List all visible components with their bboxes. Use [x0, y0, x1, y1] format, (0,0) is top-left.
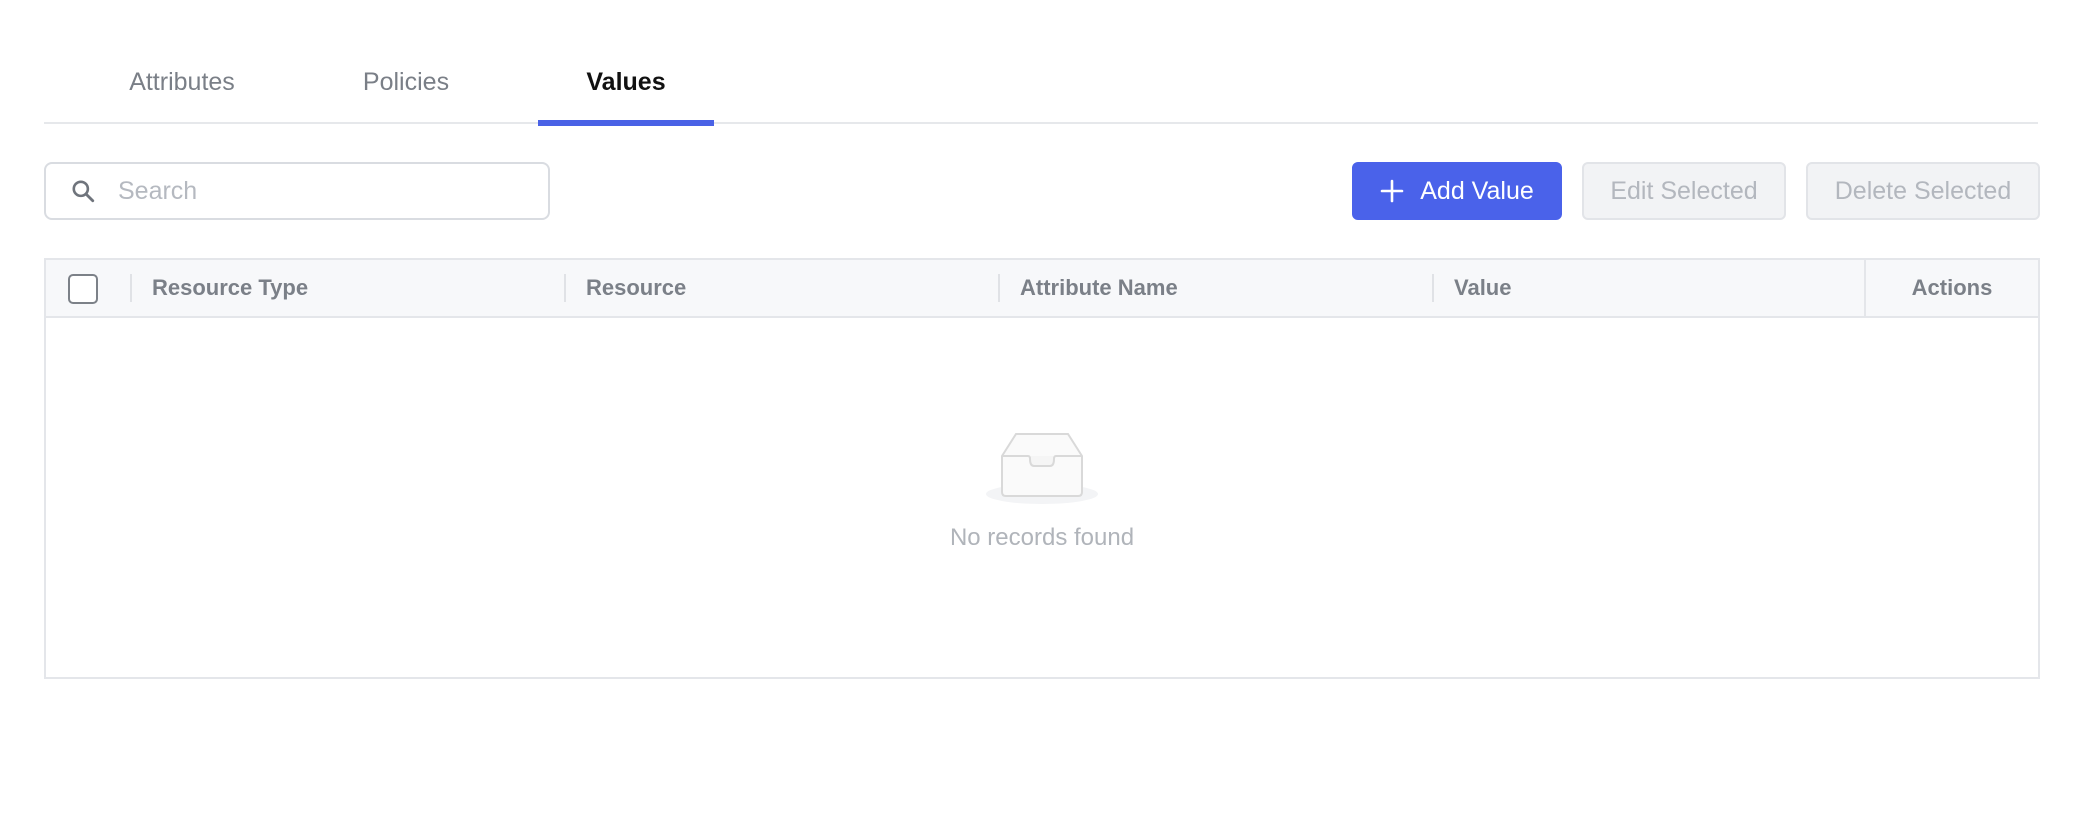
column-separator: [564, 274, 566, 302]
column-separator: [1432, 274, 1434, 302]
tab-policies[interactable]: Policies: [344, 40, 468, 124]
add-value-label: Add Value: [1420, 176, 1534, 205]
select-all-checkbox[interactable]: [68, 274, 98, 304]
search-input[interactable]: [118, 176, 518, 206]
actions-label: Actions: [1911, 275, 1993, 300]
plus-icon: [1380, 179, 1404, 203]
empty-inbox-icon: [986, 433, 1098, 504]
column-header-resource-type[interactable]: Resource Type: [152, 260, 308, 316]
table-header: Resource Type Resource Attribute Name Va…: [46, 260, 2038, 318]
delete-selected-label: Delete Selected: [1834, 176, 2012, 205]
tab-label: Policies: [362, 67, 450, 96]
tab-values[interactable]: Values: [538, 40, 714, 126]
edit-selected-label: Edit Selected: [1610, 176, 1758, 205]
active-tab-indicator: [538, 120, 714, 126]
empty-message: No records found: [949, 524, 1135, 551]
delete-selected-button[interactable]: Delete Selected: [1806, 162, 2040, 220]
tab-label: Values: [586, 67, 666, 96]
tab-attributes[interactable]: Attributes: [108, 40, 256, 124]
column-separator: [130, 274, 132, 302]
tab-label: Attributes: [129, 67, 235, 96]
column-header-value[interactable]: Value: [1454, 260, 1511, 316]
empty-state: No records found: [46, 430, 2038, 552]
add-value-button[interactable]: Add Value: [1352, 162, 1562, 220]
column-header-actions: Actions: [1864, 260, 2038, 316]
page: Attributes Policies Values Add Value Edi…: [0, 0, 2082, 832]
search-icon: [72, 180, 95, 203]
tab-bar: Attributes Policies Values: [44, 40, 2038, 126]
column-header-resource[interactable]: Resource: [586, 260, 686, 316]
column-separator: [998, 274, 1000, 302]
values-table: Resource Type Resource Attribute Name Va…: [44, 258, 2040, 679]
search-box[interactable]: [44, 162, 550, 220]
edit-selected-button[interactable]: Edit Selected: [1582, 162, 1786, 220]
column-header-attribute-name[interactable]: Attribute Name: [1020, 260, 1178, 316]
